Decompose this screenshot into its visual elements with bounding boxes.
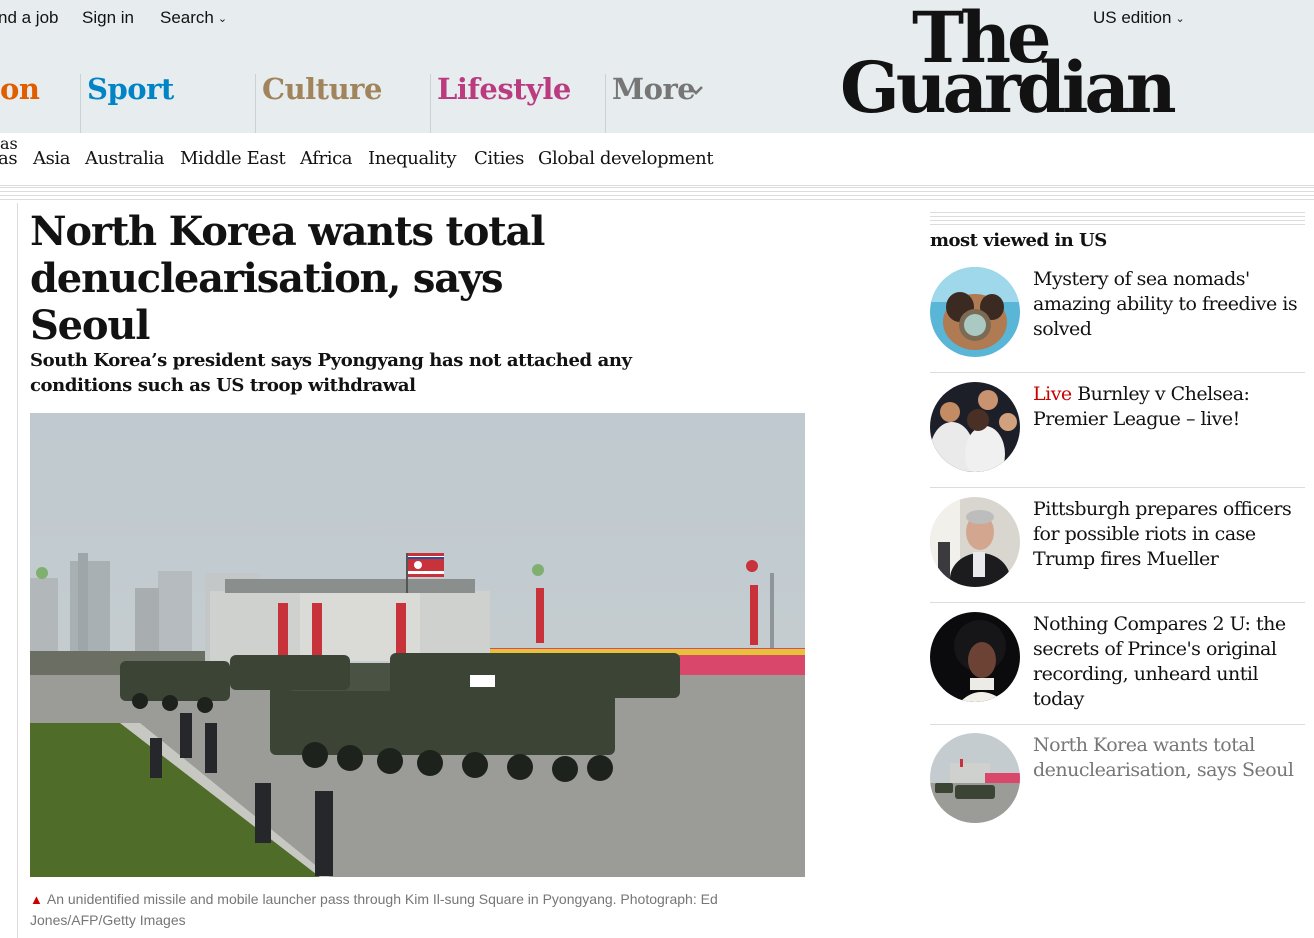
subnav-item-americas[interactable]: as (0, 148, 18, 169)
article-standfirst: South Korea’s president says Pyongyang h… (30, 348, 650, 398)
subnav-item-middle-east[interactable]: Middle East (180, 148, 286, 169)
most-viewed-title: most viewed in US (930, 230, 1107, 251)
pillar-label: Culture (262, 72, 382, 106)
article-headline: North Korea wants total denuclearisation… (30, 208, 630, 349)
most-viewed-item[interactable]: Mystery of sea nomads' amazing ability t… (930, 267, 1305, 367)
parade-thumbnail (930, 733, 1020, 823)
search-menu[interactable]: Search ⌄ (160, 8, 227, 28)
pillar-lifestyle[interactable]: Lifestyle (430, 74, 571, 133)
section-subnav-items: as Asia Australia Middle East Africa Ine… (0, 134, 1314, 186)
most-viewed-headline: Nothing Compares 2 U: the secrets of Pri… (1033, 613, 1286, 710)
most-viewed-headline: Pittsburgh prepares officers for possibl… (1033, 498, 1292, 570)
article-main-image (30, 413, 805, 877)
thumbnail-image (930, 267, 1020, 357)
most-viewed-headline: Live Burnley v Chelsea: Premier League –… (1033, 382, 1303, 432)
standfirst-line-1: South Korea’s president says Pyongyang h… (30, 350, 632, 371)
thumbnail-image (930, 733, 1020, 823)
parade-photo (30, 413, 805, 877)
most-viewed-separator (930, 372, 1305, 373)
subnav-item-global-development[interactable]: Global development (538, 148, 714, 169)
pillar-label: More (612, 72, 696, 106)
headline-line-1: North Korea wants total (30, 208, 545, 255)
guardian-logo[interactable]: The Guardian (840, 2, 1210, 128)
section-divider (0, 187, 1314, 201)
prince-thumbnail (930, 612, 1020, 702)
headline-line-2: denuclearisation, says Seoul (30, 255, 503, 349)
find-a-job-link[interactable]: nd a job (0, 8, 59, 28)
chevron-down-icon (689, 86, 703, 95)
subnav-item-africa[interactable]: Africa (300, 148, 353, 169)
subnav-item-australia[interactable]: Australia (85, 148, 164, 169)
most-viewed-item[interactable]: Pittsburgh prepares officers for possibl… (930, 497, 1305, 597)
pillar-label: on (0, 72, 40, 106)
caption-triangle-icon: ▲ (30, 892, 43, 907)
subnav-item-inequality[interactable]: Inequality (368, 148, 457, 169)
most-viewed-divider (930, 212, 1305, 225)
subnav-item-asia[interactable]: Asia (33, 148, 71, 169)
pillar-culture[interactable]: Culture (255, 74, 382, 133)
mueller-thumbnail (930, 497, 1020, 587)
chevron-down-icon: ⌄ (217, 13, 228, 25)
most-viewed-headline: North Korea wants total denuclearisation… (1033, 734, 1294, 781)
masthead: nd a job Sign in Search ⌄ US edition ⌄ on … (0, 0, 1314, 133)
pillar-sport[interactable]: Sport (80, 74, 174, 133)
pillar-label: Lifestyle (437, 72, 571, 106)
most-viewed-item[interactable]: Nothing Compares 2 U: the secrets of Pri… (930, 612, 1305, 720)
pillar-more[interactable]: More (605, 72, 703, 133)
most-viewed-headline: Mystery of sea nomads' amazing ability t… (1033, 268, 1298, 340)
column-divider (17, 203, 18, 938)
thumbnail-image (930, 382, 1020, 472)
logo-line-2: Guardian (840, 46, 1177, 129)
live-kicker: Live (1033, 383, 1072, 405)
football-thumbnail (930, 382, 1020, 472)
search-label: Search (160, 8, 214, 27)
most-viewed-separator (930, 487, 1305, 488)
caption-text: An unidentified missile and mobile launc… (30, 891, 718, 928)
thumbnail-image (930, 612, 1020, 702)
pillar-opinion[interactable]: on (0, 72, 40, 133)
most-viewed-separator (930, 602, 1305, 603)
standfirst-line-2: conditions such as US troop withdrawal (30, 375, 416, 396)
sign-in-link[interactable]: Sign in (82, 8, 134, 28)
most-viewed-item[interactable]: Live Burnley v Chelsea: Premier League –… (930, 382, 1305, 482)
most-viewed-item[interactable]: North Korea wants total denuclearisation… (930, 733, 1305, 828)
pillar-label: Sport (87, 72, 174, 106)
image-caption: ▲ An unidentified missile and mobile laun… (30, 889, 790, 930)
most-viewed-separator (930, 724, 1305, 725)
thumbnail-image (930, 497, 1020, 587)
sea-nomads-thumbnail (930, 267, 1020, 357)
subnav-item-cities[interactable]: Cities (474, 148, 524, 169)
